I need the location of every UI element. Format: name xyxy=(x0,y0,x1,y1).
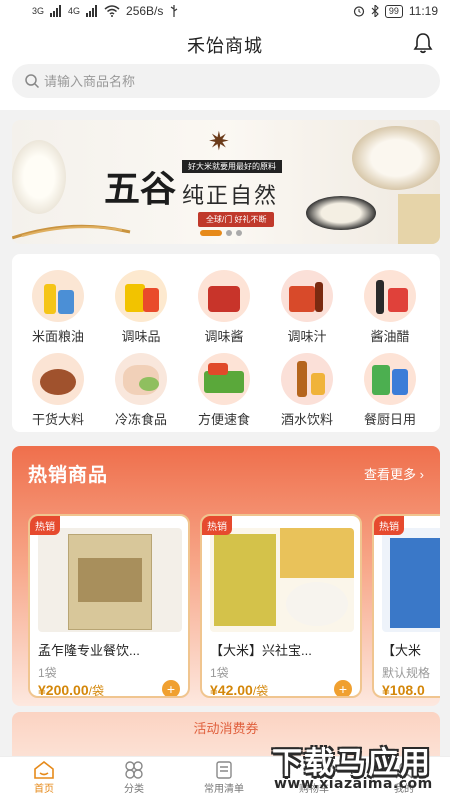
banner-tag: 全球/门 好礼不断 xyxy=(198,212,275,227)
bluetooth-icon xyxy=(371,5,379,17)
network-speed: 256B/s xyxy=(126,4,164,18)
signal-icon xyxy=(50,5,62,17)
product-qty: 1袋 xyxy=(210,666,229,680)
status-bar: 3G 4G 256B/s 99 11:19 xyxy=(0,0,450,24)
rice-spoon-image xyxy=(306,196,376,230)
tab-label: 分类 xyxy=(124,784,144,795)
search-input[interactable] xyxy=(44,64,424,98)
pagination-dot[interactable] xyxy=(236,230,242,236)
add-to-cart-button[interactable]: + xyxy=(334,680,352,696)
category-frozen-food[interactable]: 冷冻食品 xyxy=(100,343,182,427)
hot-badge: 热销 xyxy=(30,516,60,535)
add-to-cart-button[interactable]: + xyxy=(162,680,180,696)
banner-pagination xyxy=(200,230,242,236)
product-qty: 默认规格 xyxy=(382,666,431,680)
product-image xyxy=(210,528,354,632)
signal-icon xyxy=(86,5,98,17)
category-sauce[interactable]: 调味酱 xyxy=(183,260,265,344)
category-instant-food[interactable]: 方便速食 xyxy=(183,343,265,427)
tab-label: 常用清单 xyxy=(204,784,244,795)
price-value: ¥42.00 xyxy=(210,682,253,698)
category-soy-vinegar[interactable]: 酱油醋 xyxy=(349,260,431,344)
product-card[interactable]: 热销 孟乍隆专业餐饮... 1袋 ¥200.00/袋 + xyxy=(28,514,190,698)
usb-icon xyxy=(171,5,178,17)
battery-indicator: 99 xyxy=(384,4,403,18)
category-seasoning[interactable]: 调味品 xyxy=(100,260,182,344)
header: 禾饴商城 xyxy=(0,24,450,110)
clock: 11:19 xyxy=(408,4,438,18)
wifi-icon xyxy=(104,5,120,17)
product-price: ¥200.00/袋 xyxy=(38,682,104,698)
category-kitchen-daily[interactable]: 餐厨日用 xyxy=(349,343,431,427)
category-drinks[interactable]: 酒水饮料 xyxy=(266,343,348,427)
tab-label: 首页 xyxy=(34,784,54,795)
notification-bell-icon[interactable] xyxy=(412,32,434,54)
home-icon xyxy=(34,761,54,779)
see-more-link[interactable]: 查看更多 › xyxy=(364,464,424,483)
network-4g-label: 4G xyxy=(68,5,81,16)
watermark-url: www.xiazaima.com xyxy=(274,776,433,792)
search-bar[interactable] xyxy=(12,64,440,98)
wheat-image xyxy=(12,224,131,240)
category-label: 冷冻食品 xyxy=(114,412,167,427)
list-icon xyxy=(216,761,232,779)
hot-badge: 热销 xyxy=(202,516,232,535)
tab-category[interactable]: 分类 xyxy=(104,759,164,795)
frozen-food-icon xyxy=(115,353,167,405)
category-label: 餐厨日用 xyxy=(363,412,416,427)
price-unit: /袋 xyxy=(252,684,269,698)
product-name: 【大米 xyxy=(382,643,422,658)
drinks-icon xyxy=(281,353,333,405)
coupon-label: 活动消费券 xyxy=(193,721,259,736)
product-card[interactable]: 热销 【大米】兴社宝... 1袋 ¥42.00/袋 + xyxy=(200,514,362,698)
hot-products-section: 热销商品 查看更多 › 热销 孟乍隆专业餐饮... 1袋 ¥200.00/袋 +… xyxy=(12,446,440,706)
juice-sauce-icon xyxy=(281,270,333,322)
rice-package-image xyxy=(398,194,440,244)
product-price: ¥108.0 xyxy=(382,682,425,698)
network-3g-label: 3G xyxy=(32,5,45,16)
category-label: 酒水饮料 xyxy=(280,412,333,427)
price-value: ¥200.00 xyxy=(38,682,89,698)
sauce-icon xyxy=(198,270,250,322)
soy-vinegar-icon xyxy=(364,270,416,322)
category-icon xyxy=(125,761,143,779)
product-image xyxy=(382,528,440,632)
pagination-dot[interactable] xyxy=(226,230,232,236)
category-rice-oil[interactable]: 米面粮油 xyxy=(17,260,99,344)
category-juice-sauce[interactable]: 调味汁 xyxy=(266,260,348,344)
alarm-icon xyxy=(353,6,364,17)
product-name: 【大米】兴社宝... xyxy=(210,643,312,658)
rice-bowl-image xyxy=(352,126,440,190)
product-image xyxy=(38,528,182,632)
price-unit: /袋 xyxy=(88,684,104,698)
seasoning-icon xyxy=(115,270,167,322)
banner-subtitle: 纯正自然 xyxy=(182,183,279,208)
rice-oil-icon xyxy=(32,270,84,322)
kitchen-daily-icon xyxy=(364,353,416,405)
product-qty: 1袋 xyxy=(38,666,57,680)
product-card[interactable]: 热销 【大米 默认规格 ¥108.0 xyxy=(372,514,440,698)
product-name: 孟乍隆专业餐饮... xyxy=(38,643,140,658)
dried-goods-icon xyxy=(32,353,84,405)
instant-food-icon xyxy=(198,353,250,405)
category-label: 干货大料 xyxy=(31,412,84,427)
promo-banner[interactable]: ✷ 五谷 好大米就要用最好的原料 纯正自然 全球/门 好礼不断 xyxy=(12,120,440,244)
category-grid: 米面粮油 调味品 调味酱 调味汁 酱油醋 干货大料 冷冻食品 方便速食 酒水饮料… xyxy=(12,254,440,432)
pagination-dot-active[interactable] xyxy=(200,230,222,236)
category-dried-goods[interactable]: 干货大料 xyxy=(17,343,99,427)
product-price: ¥42.00/袋 xyxy=(210,682,269,698)
rice-pile-image xyxy=(12,140,66,214)
tab-home[interactable]: 首页 xyxy=(14,759,74,795)
price-value: ¥108.0 xyxy=(382,682,425,698)
search-icon xyxy=(25,74,40,89)
page-title: 禾饴商城 xyxy=(187,36,263,56)
watermark: 下载马应用 www.xiazaima.com xyxy=(272,738,446,796)
tab-common-list[interactable]: 常用清单 xyxy=(194,759,254,795)
hot-badge: 热销 xyxy=(374,516,404,535)
star-anise-image: ✷ xyxy=(208,126,230,156)
banner-small-text: 好大米就要用最好的原料 xyxy=(182,160,282,173)
banner-headline: 五谷 xyxy=(104,168,177,210)
section-title: 热销商品 xyxy=(28,465,109,486)
category-label: 方便速食 xyxy=(197,412,250,427)
